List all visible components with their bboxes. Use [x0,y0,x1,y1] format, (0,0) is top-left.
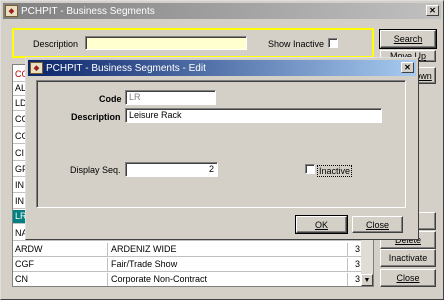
display-seq-label: Display Seq. [70,165,121,175]
show-inactive-checkbox[interactable] [328,38,338,48]
table-row[interactable]: CN Corporate Non-Contract 3 [13,273,363,286]
dialog-close-icon[interactable]: ✕ [401,62,414,73]
show-inactive-label: Show Inactive [268,39,325,49]
inactivate-button[interactable]: Inactivate [380,249,436,267]
close-button[interactable]: Close [380,269,436,287]
dialog-title-bar[interactable]: ◆ PCHPIT - Business Segments - Edit ✕ [28,60,416,76]
ok-button[interactable]: OK [295,215,348,234]
description-filter-input[interactable] [85,36,247,50]
description-label: Description [71,112,121,122]
dialog-close-button[interactable]: Close [352,216,403,233]
code-field[interactable]: LR [125,90,216,105]
table-row[interactable]: CGF Fair/Trade Show 3 [13,258,363,272]
main-title-bar[interactable]: ◆ PCHPIT - Business Segments ✕ [3,3,441,19]
main-close-icon[interactable]: ✕ [426,5,439,16]
dialog-group-box [36,80,406,208]
inactive-label[interactable]: Inactive [317,165,353,177]
main-title: PCHPIT - Business Segments [21,5,155,17]
app-icon: ◆ [5,5,18,17]
filter-panel: Description Show Inactive [12,28,374,58]
description-filter-label: Description [33,39,79,49]
edit-dialog: ◆ PCHPIT - Business Segments - Edit ✕ Co… [25,57,419,240]
inactive-checkbox[interactable] [305,164,315,174]
scroll-down-icon[interactable]: ▼ [361,274,373,286]
description-field[interactable]: Leisure Rack [125,108,382,123]
dialog-title: PCHPIT - Business Segments - Edit [46,62,206,74]
search-button[interactable]: Search [379,29,437,49]
display-seq-field[interactable]: 2 [125,162,218,177]
dialog-app-icon: ◆ [30,62,43,74]
code-label: Code [99,94,122,104]
table-row[interactable]: ARDW ARDENIZ WIDE 3 [13,243,363,257]
